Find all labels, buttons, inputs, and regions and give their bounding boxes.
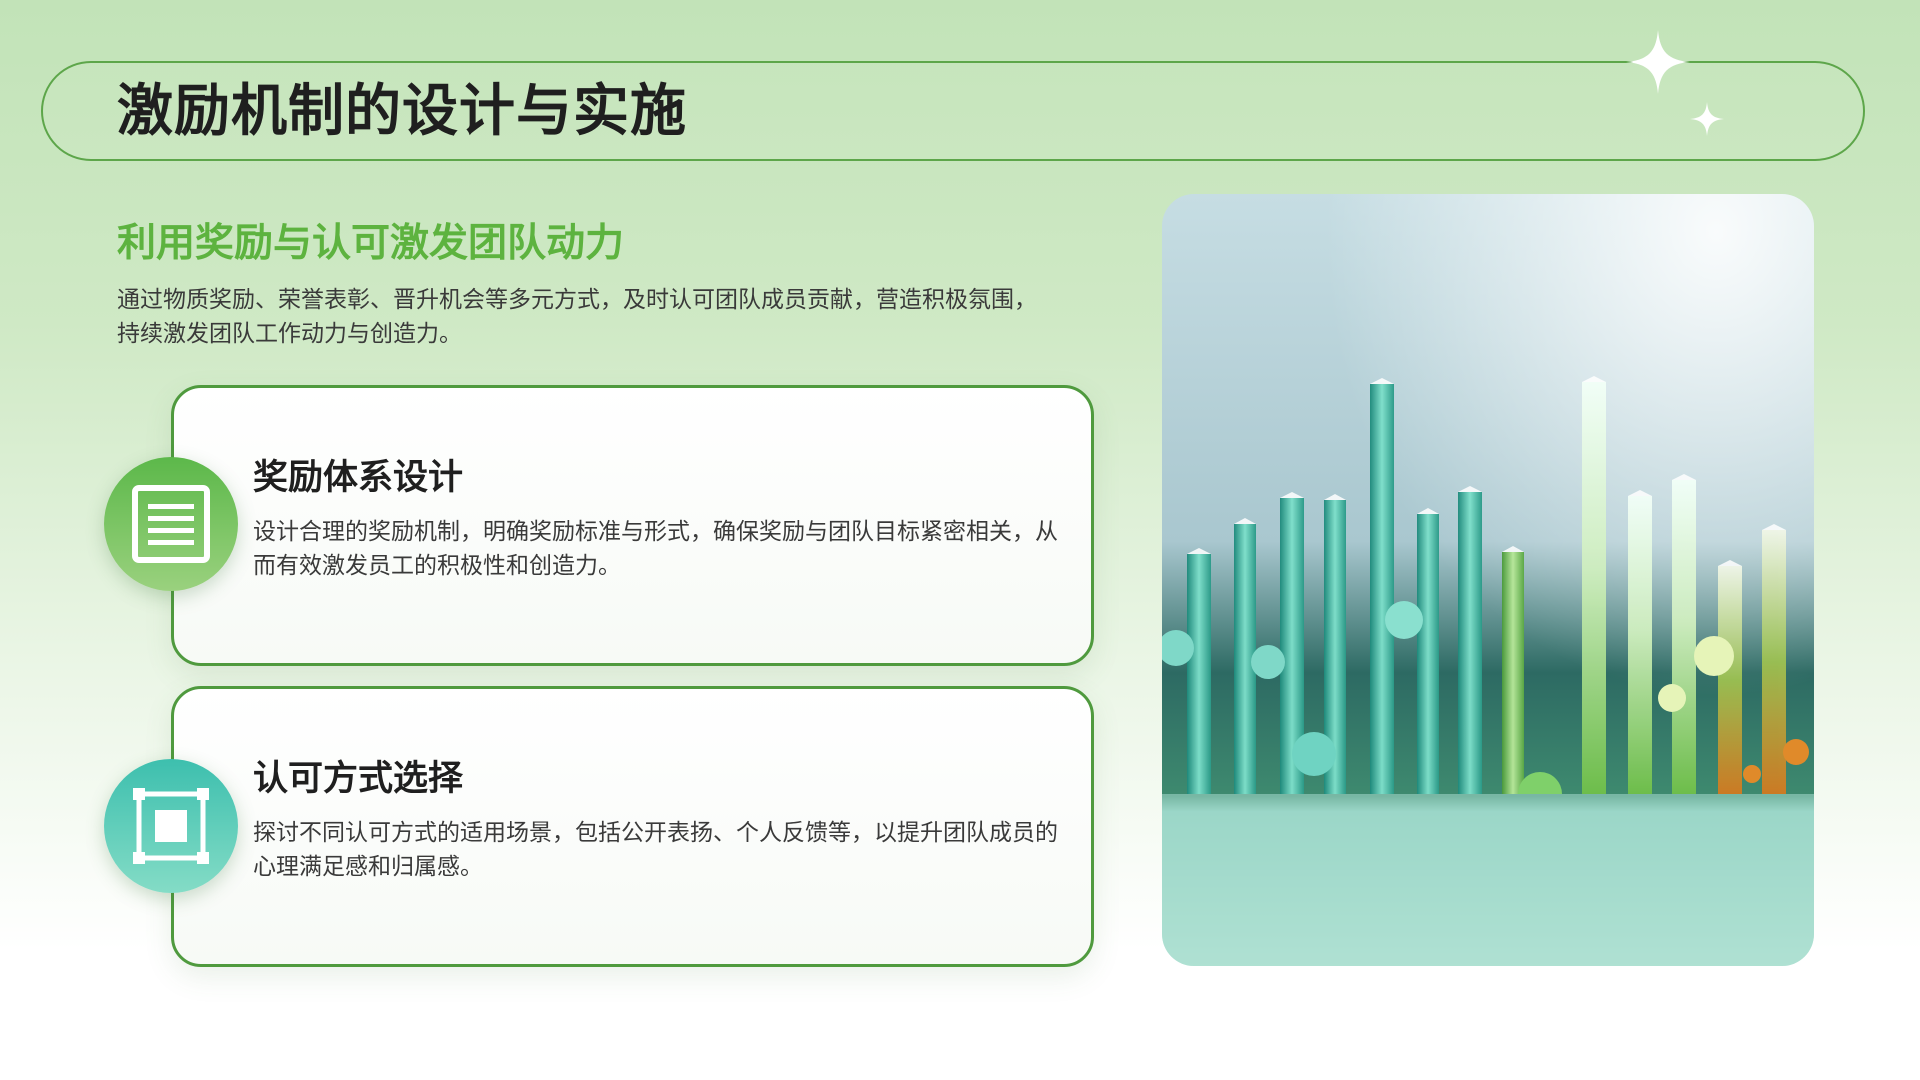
card-icon-badge [104, 457, 238, 591]
slide-title: 激励机制的设计与实施 [117, 79, 687, 144]
intro-paragraph: 通过物质奖励、荣誉表彰、晋升机会等多元方式，及时认可团队成员贡献，营造积极氛围，… [117, 287, 1037, 347]
document-list-icon [132, 485, 210, 563]
card-title: 认可方式选择 [253, 759, 464, 799]
section-subtitle: 利用奖励与认可激发团队动力 [117, 221, 625, 266]
card-text: 设计合理的奖励机制，明确奖励标准与形式，确保奖励与团队目标紧密相关，从而有效激发… [253, 519, 1058, 579]
card-title: 奖励体系设计 [253, 458, 464, 498]
frame-select-icon [133, 788, 209, 864]
sparkle-icon [1626, 30, 1690, 94]
card-text: 探讨不同认可方式的适用场景，包括公开表扬、个人反馈等，以提升团队成员的心理满足感… [253, 820, 1058, 880]
card-icon-badge [104, 759, 238, 893]
sparkle-icon [1690, 102, 1724, 136]
decorative-bar-image [1162, 194, 1814, 966]
